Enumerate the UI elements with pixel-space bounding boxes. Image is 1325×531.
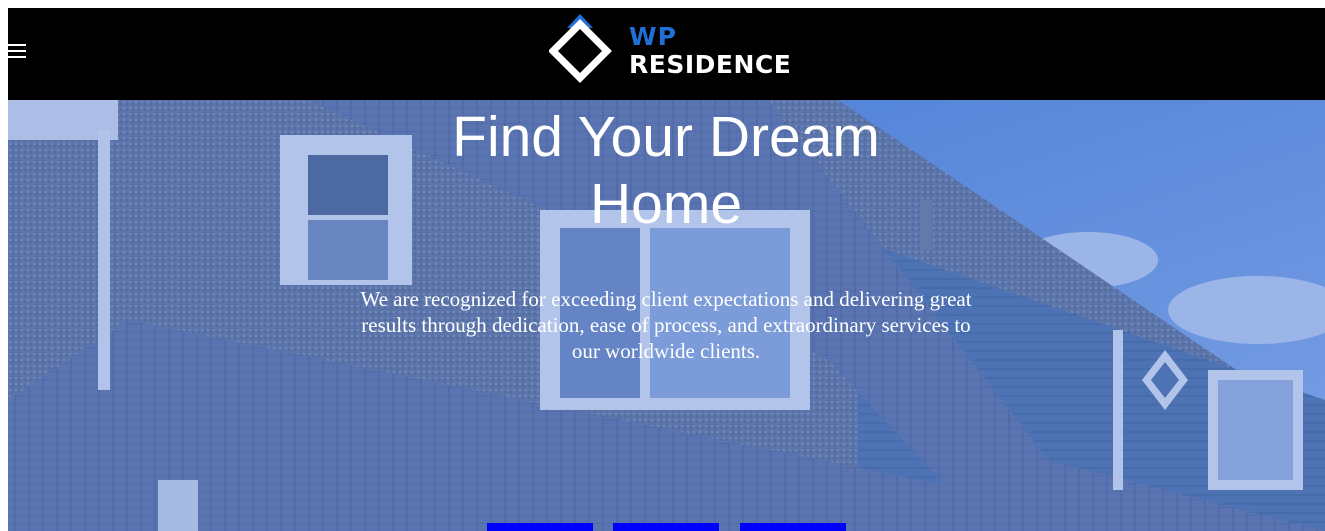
diamond-house-logo-icon — [549, 14, 612, 83]
hero-section: Find Your Dream Home We are recognized f… — [8, 100, 1325, 531]
hamburger-menu-icon[interactable] — [8, 44, 26, 60]
hero-title-line-2: Home — [589, 172, 743, 236]
hero-subtitle: We are recognized for exceeding client e… — [360, 287, 972, 363]
site-logo[interactable]: WP RESIDENCE — [549, 14, 792, 84]
hero-button-3[interactable] — [740, 523, 846, 531]
hero-title: Find Your Dream Home — [366, 104, 966, 238]
hero-title-line-1: Find Your Dream — [452, 105, 880, 169]
page-frame: WP RESIDENCE Find Your Dream Home We are… — [8, 8, 1325, 531]
logo-text-residence: RESIDENCE — [629, 50, 792, 79]
site-header: WP RESIDENCE — [8, 8, 1325, 100]
hero-button-2[interactable] — [613, 523, 719, 531]
logo-text-wp: WP — [629, 22, 677, 51]
hero-button-1[interactable] — [487, 523, 593, 531]
